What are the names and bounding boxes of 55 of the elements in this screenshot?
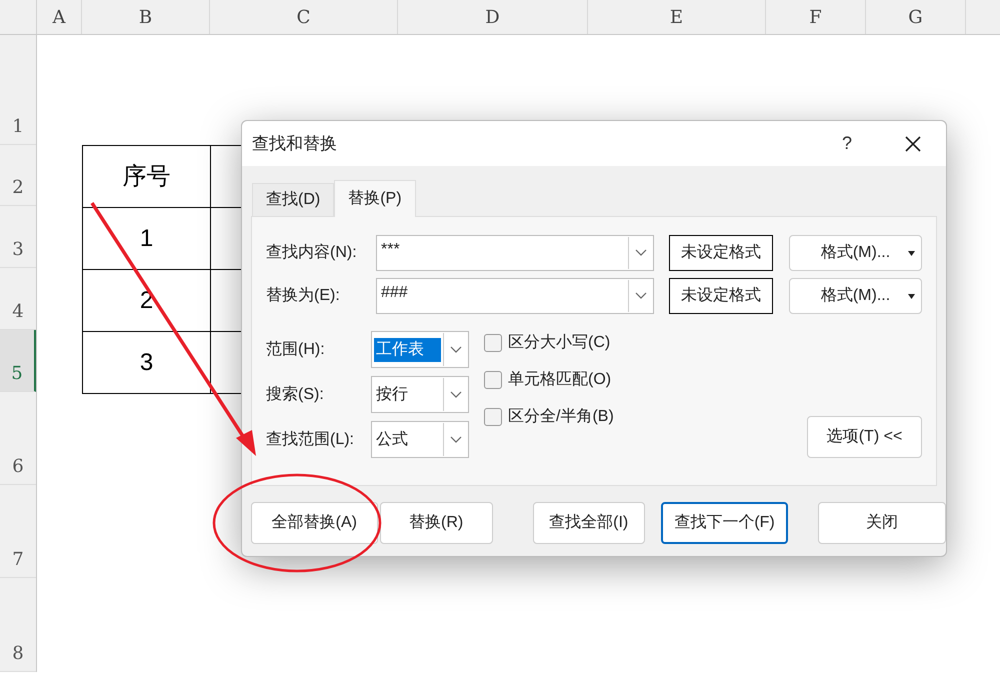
dialog-button[interactable]: 关闭: [818, 502, 946, 544]
dialog-button[interactable]: 查找下一个(F): [660, 502, 788, 544]
field-label: 替换为(E):: [266, 286, 341, 306]
format-button[interactable]: 格式(M)...: [789, 235, 922, 271]
row-header[interactable]: 8: [0, 578, 36, 672]
tab[interactable]: 替换(P): [334, 180, 416, 217]
format-status-button[interactable]: 未设定格式: [669, 235, 773, 271]
select-field[interactable]: 按行: [371, 376, 469, 413]
tab[interactable]: 查找(D): [252, 183, 334, 216]
select-field[interactable]: 公式: [371, 421, 469, 458]
combo-field[interactable]: ###: [376, 278, 654, 314]
dialog-button[interactable]: 全部替换(A): [251, 502, 378, 544]
format-button[interactable]: 格式(M)...: [789, 278, 922, 314]
select-label: 查找范围(L):: [266, 430, 355, 450]
select-label: 搜索(S):: [266, 384, 325, 404]
dialog-title: 查找和替换: [252, 132, 337, 155]
row-header[interactable]: 5: [0, 330, 36, 392]
row-header[interactable]: 2: [0, 145, 36, 206]
row-header[interactable]: 3: [0, 206, 36, 268]
dialog-button[interactable]: 查找全部(I): [532, 502, 645, 544]
checkbox-option[interactable]: 区分全/半角(B): [484, 407, 614, 427]
checkbox[interactable]: [484, 334, 502, 352]
close-icon: [904, 134, 922, 152]
chevron-down-icon: [450, 346, 462, 354]
table-cell: 3: [83, 332, 211, 394]
table-cell: 1: [83, 208, 211, 270]
chevron-down-icon: [634, 292, 646, 300]
chevron-down-icon: [450, 436, 462, 444]
caret-icon: [908, 294, 915, 299]
options-button[interactable]: 选项(T) <<: [807, 416, 922, 458]
column-header[interactable]: E: [588, 0, 766, 34]
checkbox-option[interactable]: 单元格匹配(O): [484, 370, 614, 390]
column-header[interactable]: F: [766, 0, 866, 34]
chevron-down-icon: [634, 249, 646, 257]
chevron-down-icon: [450, 390, 462, 398]
checkbox[interactable]: [484, 371, 502, 389]
column-header[interactable]: B: [82, 0, 210, 34]
column-header[interactable]: D: [398, 0, 588, 34]
checkbox[interactable]: [484, 408, 502, 426]
format-status-button[interactable]: 未设定格式: [669, 278, 773, 314]
column-header[interactable]: A: [37, 0, 82, 34]
help-button[interactable]: ?: [832, 128, 862, 158]
row-header[interactable]: 7: [0, 485, 36, 578]
select-field[interactable]: 工作表: [371, 331, 469, 368]
caret-icon: [908, 251, 915, 256]
row-header[interactable]: 1: [0, 35, 36, 145]
column-header[interactable]: C: [210, 0, 398, 34]
select-label: 范围(H):: [266, 340, 326, 360]
field-label: 查找内容(N):: [266, 242, 358, 263]
row-header[interactable]: 6: [0, 392, 36, 485]
dialog-button[interactable]: 替换(R): [380, 502, 493, 544]
combo-field[interactable]: ***: [376, 235, 654, 271]
column-header[interactable]: G: [866, 0, 966, 34]
table-cell: 序号: [83, 146, 211, 208]
checkbox-option[interactable]: 区分大小写(C): [484, 333, 614, 353]
